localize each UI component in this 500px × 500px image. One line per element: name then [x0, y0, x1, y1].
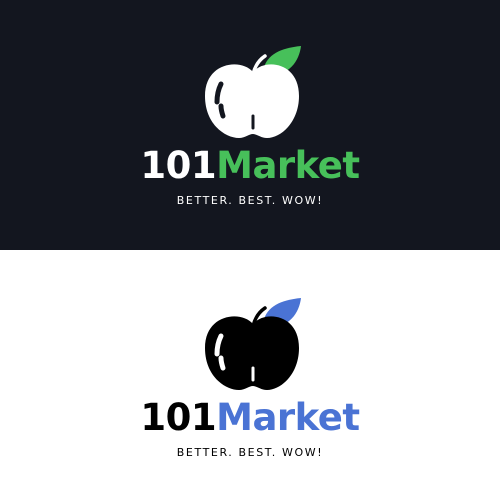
- brand-number: 101: [140, 396, 217, 439]
- brand-tagline: BETTER. BEST. WOW!: [176, 446, 324, 459]
- brand-tagline: BETTER. BEST. WOW!: [176, 194, 324, 207]
- apple-icon: [205, 298, 301, 390]
- brand-name: Market: [216, 144, 360, 187]
- brand-number: 101: [140, 144, 217, 187]
- brand-wordmark: 101Market: [0, 146, 500, 186]
- logo-panel-light: 101Market BETTER. BEST. WOW!: [0, 250, 500, 500]
- logo-panel-dark: 101Market BETTER. BEST. WOW!: [0, 0, 500, 250]
- apple-icon: [205, 46, 301, 138]
- brand-wordmark: 101Market: [0, 398, 500, 438]
- brand-name: Market: [216, 396, 360, 439]
